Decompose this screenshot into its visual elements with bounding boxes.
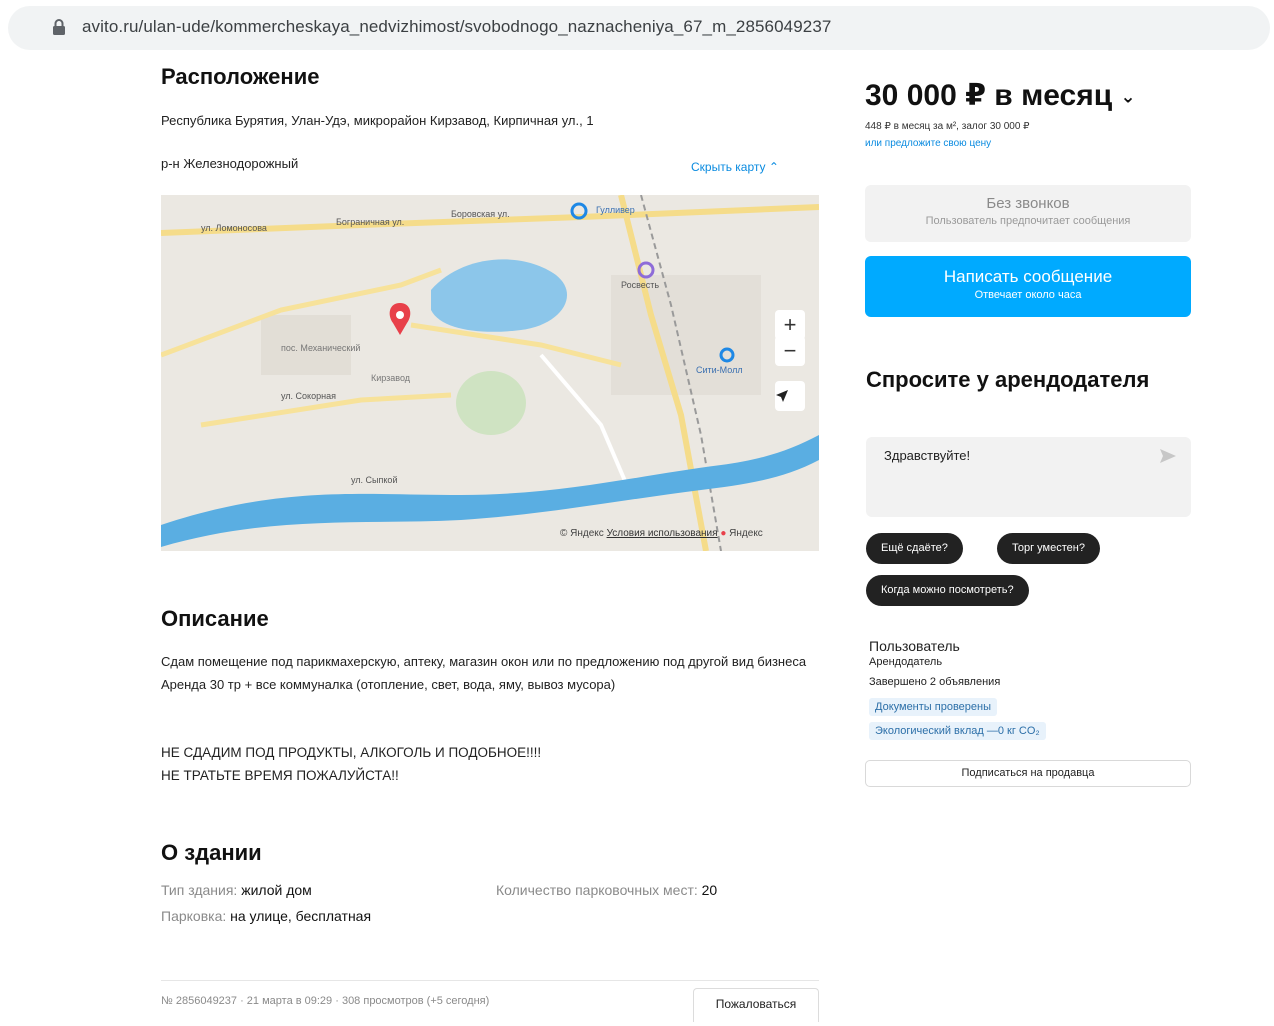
description-heading: Описание <box>161 606 269 631</box>
map-copyright: © Яндекс Условия использования ● Яндекс <box>560 528 763 539</box>
building-heading: О здании <box>161 840 262 865</box>
description-caps: НЕ СДАДИМ ПОД ПРОДУКТЫ, АЛКОГОЛЬ И ПОДОБ… <box>161 741 541 787</box>
building-type: Тип здания: жилой дом <box>161 882 312 898</box>
no-calls-subtitle: Пользователь предпочитает сообщения <box>925 215 1131 227</box>
yandex-logo: ● <box>720 528 727 539</box>
building-type-value: жилой дом <box>241 882 312 898</box>
description-line: Аренда 30 тр + все коммуналка (отопление… <box>161 677 616 692</box>
send-icon[interactable] <box>1159 448 1177 464</box>
ask-message-input[interactable]: Здравствуйте! <box>866 437 1191 517</box>
building-spaces-key: Количество парковочных мест: <box>496 882 702 898</box>
chevron-up-icon: ⌃ <box>768 160 779 174</box>
write-message-button[interactable]: Написать сообщение Отвечает около часа <box>865 256 1191 317</box>
description-text: Сдам помещение под парикмахерскую, аптек… <box>161 650 811 696</box>
quick-question-chip[interactable]: Ещё сдаёте? <box>866 533 963 564</box>
map-street-label: ул. Сокорная <box>281 391 336 401</box>
copyright-text: © Яндекс <box>560 528 604 539</box>
address-text: Республика Бурятия, Улан-Удэ, микрорайон… <box>161 113 594 128</box>
map-poi-label: Гулливер <box>596 205 635 215</box>
price[interactable]: 30 000 ₽ в месяц ⌄ <box>865 78 1136 113</box>
location-heading: Расположение <box>161 64 320 89</box>
building-type-key: Тип здания: <box>161 882 242 898</box>
map[interactable]: Гулливер Росвесть Сити-Молл ул. Ломоносо… <box>161 195 819 551</box>
map-poi-label: Росвесть <box>621 280 660 290</box>
ask-heading: Спросите у арендодателя <box>866 367 1150 392</box>
district-text: р-н Железнодорожный <box>161 156 299 171</box>
write-message-subtitle: Отвечает около часа <box>974 289 1082 301</box>
map-street-label: ул. Ломоносова <box>201 223 267 233</box>
documents-badge: Документы проверены <box>869 698 998 716</box>
hide-map-link[interactable]: Скрыть карту ⌃ <box>691 160 779 174</box>
description-line: Сдам помещение под парикмахерскую, аптек… <box>161 654 807 669</box>
seller-name[interactable]: Пользователь <box>869 638 960 654</box>
map-street-label: Боровская ул. <box>451 209 510 219</box>
map-terms-link[interactable]: Условия использования <box>607 528 718 539</box>
seller-ads-count[interactable]: Завершено 2 объявления <box>869 676 1000 688</box>
building-parking-key: Парковка: <box>161 908 231 924</box>
lock-icon <box>53 19 65 35</box>
yandex-brand: Яндекс <box>729 528 763 539</box>
map-poi-label: Сити-Молл <box>696 365 743 375</box>
quick-question-chip[interactable]: Торг уместен? <box>997 533 1100 564</box>
map-street-label: Бограничная ул. <box>336 217 405 227</box>
building-spaces-value: 20 <box>701 882 718 898</box>
offer-price-link[interactable]: или предложите свою цену <box>865 138 991 149</box>
description-caps-line: НЕ ТРАТЬТЕ ВРЕМЯ ПОЖАЛУЙСТА!! <box>161 768 399 783</box>
map-area-label: Кирзавод <box>371 373 411 383</box>
footer-divider <box>161 980 819 981</box>
quick-question-chip[interactable]: Когда можно посмотреть? <box>866 575 1029 606</box>
price-value: 30 000 ₽ в месяц <box>865 79 1113 112</box>
write-message-label: Написать сообщение <box>943 267 1113 286</box>
geolocation-button[interactable] <box>775 381 805 411</box>
building-spaces: Количество парковочных мест: 20 <box>496 882 717 898</box>
price-details: 448 ₽ в месяц за м², залог 30 000 ₽ <box>865 121 1030 132</box>
eco-badge[interactable]: Экологический вклад —0 кг CO₂ <box>869 722 1046 740</box>
ask-message-text: Здравствуйте! <box>884 448 971 463</box>
no-calls-title: Без звонков <box>986 195 1070 212</box>
no-calls-panel: Без звонков Пользователь предпочитает со… <box>865 185 1191 242</box>
description-caps-line: НЕ СДАДИМ ПОД ПРОДУКТЫ, АЛКОГОЛЬ И ПОДОБ… <box>161 745 542 760</box>
map-street-label: ул. Сыпкой <box>351 475 398 485</box>
seller-role: Арендодатель <box>869 656 943 668</box>
complain-button[interactable]: Пожаловаться <box>693 988 819 1022</box>
navigation-arrow-icon <box>776 390 788 402</box>
browser-address-bar: avito.ru/ulan-ude/kommercheskaya_nedvizh… <box>0 0 1274 58</box>
subscribe-seller-button[interactable]: Подписаться на продавца <box>865 760 1191 787</box>
zoom-out-button[interactable]: − <box>775 336 805 366</box>
url-text[interactable]: avito.ru/ulan-ude/kommercheskaya_nedvizh… <box>82 17 831 37</box>
building-parking: Парковка: на улице, бесплатная <box>161 908 371 924</box>
hide-map-label: Скрыть карту <box>691 160 766 174</box>
building-parking-value: на улице, бесплатная <box>230 908 372 924</box>
chevron-down-icon: ⌄ <box>1120 86 1136 107</box>
listing-meta: № 2856049237 · 21 марта в 09:29 · 308 пр… <box>161 995 490 1007</box>
map-area-label: пос. Механический <box>281 343 361 353</box>
